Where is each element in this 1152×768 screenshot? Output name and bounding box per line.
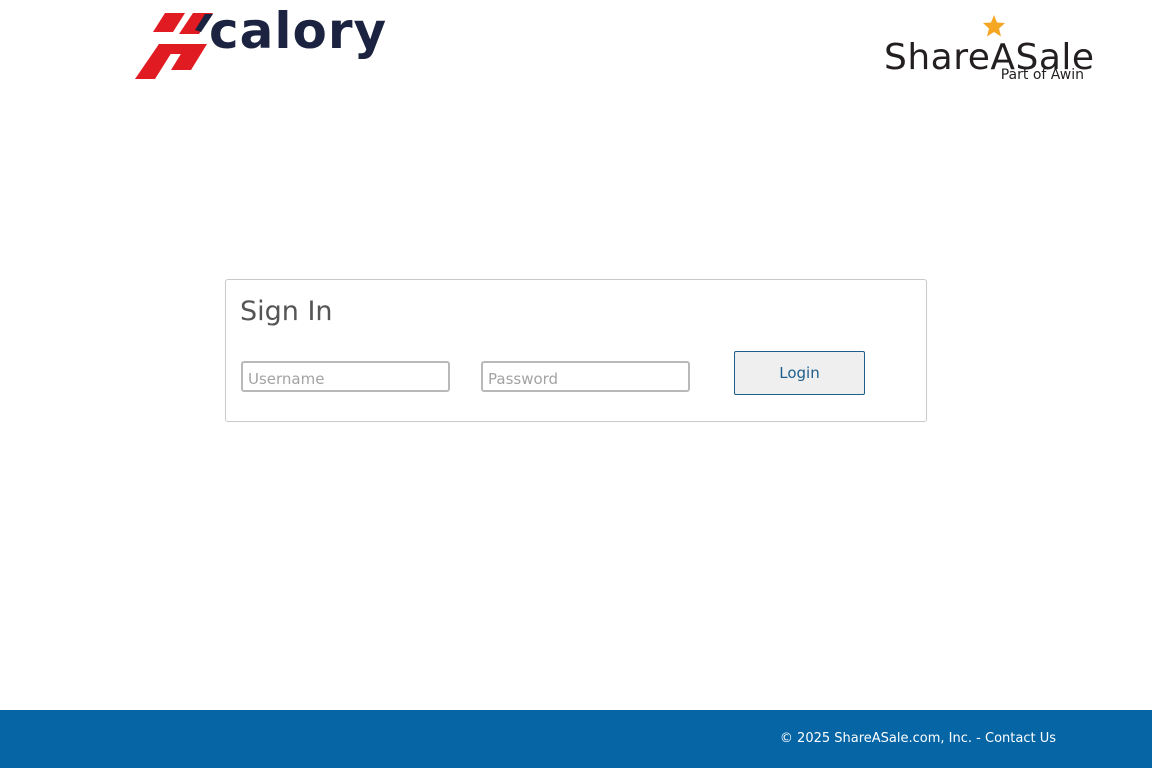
login-button[interactable]: Login <box>734 351 865 395</box>
footer-text: © 2025 ShareASale.com, Inc. - Contact Us <box>780 731 1056 746</box>
star-icon <box>983 15 1005 37</box>
hcalory-h-mark-icon <box>135 13 213 79</box>
signin-title: Sign In <box>240 296 333 327</box>
brand-logo-text: calory <box>209 2 388 60</box>
footer-copyright: © 2025 ShareASale.com, Inc. <box>779 731 973 746</box>
username-input[interactable] <box>241 361 450 392</box>
password-input[interactable] <box>481 361 690 392</box>
login-page: calory ShareASale Part of Awin Sign In L… <box>0 0 1152 768</box>
footer-separator: - <box>972 731 985 746</box>
signin-panel: Sign In Login <box>225 279 927 422</box>
brand-logo: calory <box>135 6 386 82</box>
partner-logo: ShareASale Part of Awin <box>884 14 1094 86</box>
contact-us-link[interactable]: Contact Us <box>985 731 1056 746</box>
footer: © 2025 ShareASale.com, Inc. - Contact Us <box>0 710 1152 768</box>
partner-logo-tagline: Part of Awin <box>1000 67 1084 83</box>
